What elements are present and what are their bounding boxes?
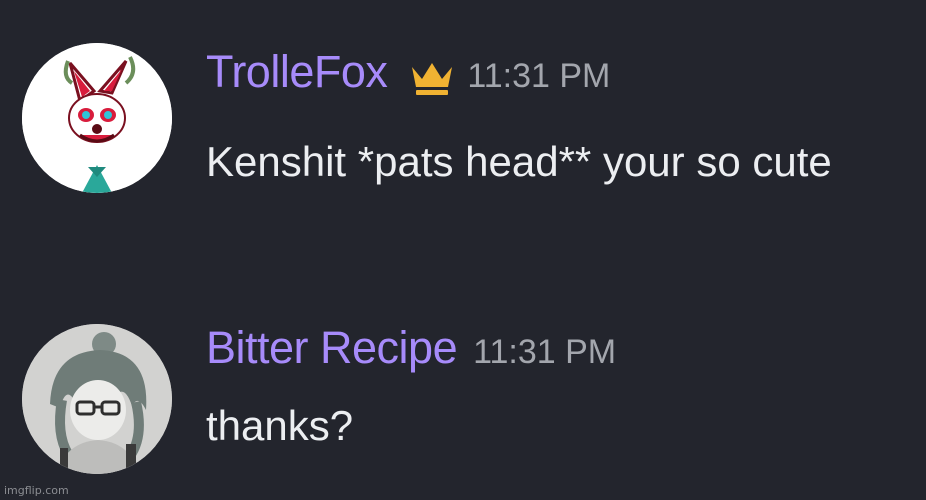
fox-avatar-icon: [22, 43, 172, 193]
crown-icon: [409, 59, 455, 97]
timestamp: 11:31 PM: [473, 333, 617, 371]
chat-message: TrolleFox 11:31 PM Kenshit *pats head** …: [0, 0, 926, 290]
user-avatar[interactable]: [22, 324, 172, 474]
username[interactable]: TrolleFox: [206, 46, 388, 98]
anime-character-avatar-icon: [22, 324, 172, 474]
chat-view: TrolleFox 11:31 PM Kenshit *pats head** …: [0, 0, 926, 500]
message-header: Bitter Recipe 11:31 PM: [206, 322, 616, 374]
message-header: TrolleFox 11:31 PM: [206, 46, 610, 98]
message-text: thanks?: [206, 402, 354, 449]
chat-message: Bitter Recipe 11:31 PM thanks?: [0, 290, 926, 500]
watermark: imgflip.com: [4, 484, 69, 497]
username[interactable]: Bitter Recipe: [206, 322, 458, 374]
user-avatar[interactable]: [22, 43, 172, 193]
message-text: Kenshit *pats head** your so cute: [206, 138, 832, 185]
timestamp: 11:31 PM: [467, 57, 611, 95]
